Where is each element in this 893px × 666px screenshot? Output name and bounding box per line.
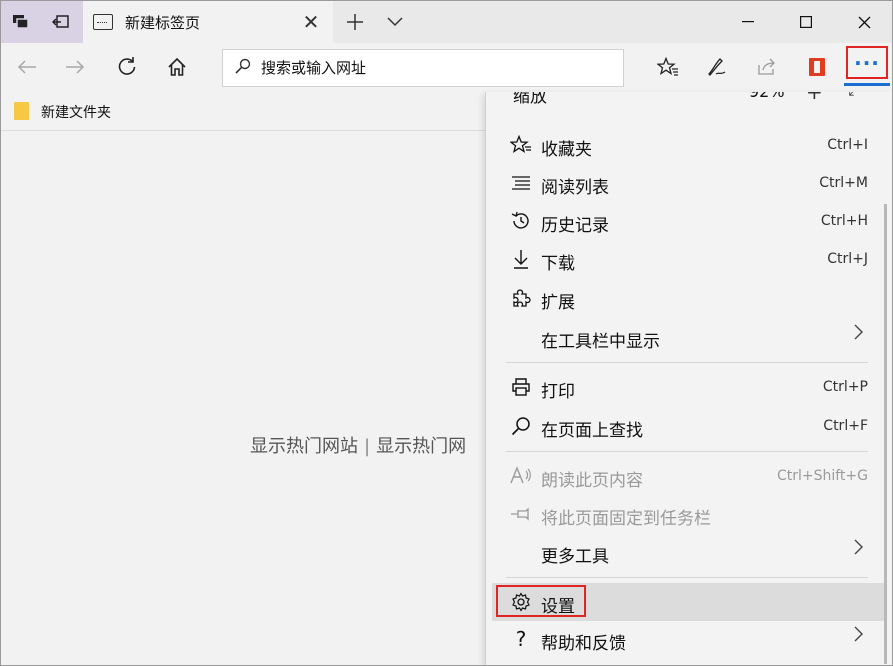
new-tab-icon[interactable] — [335, 1, 375, 43]
menu-item-label: 打印 — [541, 382, 575, 402]
window-close-button[interactable] — [835, 1, 892, 43]
menu-item-shortcut: Ctrl+Shift+G — [776, 468, 868, 484]
zoom-out-button[interactable]: — — [710, 92, 728, 101]
menu-item-shortcut: Ctrl+P — [822, 379, 868, 395]
menu-item-label: 将此页面固定到任务栏 — [541, 509, 711, 529]
chevron-right-icon — [854, 324, 864, 345]
menu-item-history[interactable]: 历史记录 Ctrl+H — [486, 202, 878, 240]
tab-favicon — [93, 14, 113, 30]
back-icon[interactable] — [3, 47, 51, 87]
browser-window: 新建标签页 ✕ 搜索或输入网址 ··· 新建文件夹 显示热门网站 | 显示热门网… — [0, 0, 893, 666]
pen-icon[interactable] — [694, 47, 740, 87]
menu-item-find-on-page[interactable]: 在页面上查找 Ctrl+F — [486, 407, 878, 445]
address-bar[interactable] — [222, 49, 624, 87]
menu-item-downloads[interactable]: 下载 Ctrl+J — [486, 240, 878, 278]
pin-icon — [510, 495, 532, 533]
menu-item-label: 历史记录 — [541, 216, 609, 236]
navigation-toolbar: ··· — [1, 43, 892, 91]
folder-icon — [14, 102, 29, 120]
tab-preview-icon[interactable] — [1, 1, 41, 43]
refresh-icon[interactable] — [103, 47, 151, 87]
settings-highlight-box — [496, 585, 586, 617]
menu-item-shortcut: Ctrl+M — [819, 175, 868, 191]
menu-item-label: 朗读此页内容 — [541, 471, 643, 491]
settings-more-menu: 缩放 — 92% + ⤢ 收藏夹 Ctrl+I 阅读列表 Ctrl+M — [485, 92, 892, 665]
menu-item-help-feedback[interactable]: ? 帮助和反馈 — [486, 620, 878, 658]
tab-new-tab[interactable]: 新建标签页 ✕ — [83, 1, 333, 43]
more-icon: ··· — [854, 50, 880, 75]
menu-divider — [506, 451, 868, 452]
tab-title: 新建标签页 — [125, 13, 201, 32]
menu-item-shortcut: Ctrl+J — [827, 251, 868, 267]
menu-item-more-tools[interactable]: 更多工具 — [486, 533, 878, 571]
reading-list-icon — [510, 164, 532, 202]
title-bar: 新建标签页 ✕ — [1, 1, 892, 43]
zoom-value: 92% — [749, 92, 785, 101]
more-active-indicator — [844, 83, 890, 86]
menu-item-label: 扩展 — [541, 293, 575, 313]
menu-item-label: 阅读列表 — [541, 178, 609, 198]
menu-item-pin-to-taskbar: 将此页面固定到任务栏 — [486, 495, 878, 533]
set-aside-tabs-icon[interactable] — [41, 1, 81, 43]
tab-list-chevron-icon[interactable] — [375, 1, 415, 43]
menu-item-print[interactable]: 打印 Ctrl+P — [486, 368, 878, 406]
help-icon: ? — [515, 627, 527, 651]
menu-item-extensions[interactable]: 扩展 — [486, 279, 878, 317]
menu-item-reading-list[interactable]: 阅读列表 Ctrl+M — [486, 164, 878, 202]
address-input[interactable] — [261, 59, 601, 77]
print-icon — [510, 368, 532, 406]
menu-item-label: 在页面上查找 — [541, 421, 643, 441]
menu-item-label: 更多工具 — [541, 547, 609, 567]
favorites-star-icon[interactable] — [645, 47, 691, 87]
zoom-label: 缩放 — [513, 92, 547, 107]
maximize-button[interactable] — [777, 1, 835, 43]
menu-item-favorites[interactable]: 收藏夹 Ctrl+I — [486, 126, 878, 164]
extensions-icon — [510, 279, 532, 317]
fullscreen-icon[interactable]: ⤢ — [848, 92, 861, 100]
menu-item-label: 收藏夹 — [541, 140, 592, 160]
menu-item-label: 帮助和反馈 — [541, 634, 626, 654]
menu-item-label: 下载 — [541, 254, 575, 274]
search-icon — [235, 58, 251, 78]
menu-divider — [506, 577, 868, 578]
show-top-sites-link[interactable]: 显示热门网站 — [250, 436, 358, 457]
menu-item-shortcut: Ctrl+H — [820, 213, 868, 229]
menu-item-shortcut: Ctrl+F — [823, 418, 868, 434]
show-top-sites-link-2[interactable]: 显示热门网 — [376, 436, 466, 457]
forward-icon[interactable] — [51, 47, 99, 87]
zoom-row: 缩放 — 92% + ⤢ — [486, 92, 892, 108]
office-icon[interactable] — [794, 47, 840, 87]
separator: | — [364, 436, 371, 457]
zoom-in-button[interactable]: + — [806, 92, 823, 104]
chevron-right-icon — [854, 626, 864, 647]
chevron-right-icon — [854, 539, 864, 560]
minimize-button[interactable] — [719, 1, 777, 43]
favorites-icon — [510, 126, 532, 164]
download-icon — [510, 240, 532, 278]
close-icon[interactable]: ✕ — [299, 10, 323, 34]
menu-item-read-aloud: 朗读此页内容 Ctrl+Shift+G — [486, 457, 878, 495]
more-button[interactable]: ··· — [846, 46, 888, 79]
menu-scrollbar[interactable] — [884, 204, 887, 664]
home-icon[interactable] — [153, 47, 201, 87]
menu-item-show-in-toolbar[interactable]: 在工具栏中显示 — [486, 318, 878, 356]
share-icon[interactable] — [744, 47, 790, 87]
hot-sites-text: 显示热门网站 | 显示热门网 — [250, 432, 466, 458]
read-aloud-icon — [510, 457, 532, 495]
favorites-folder[interactable]: 新建文件夹 — [41, 102, 111, 122]
history-icon — [510, 202, 532, 240]
menu-item-label: 在工具栏中显示 — [541, 332, 660, 352]
menu-item-shortcut: Ctrl+I — [827, 137, 868, 153]
menu-divider — [506, 362, 868, 363]
find-icon — [510, 407, 532, 445]
